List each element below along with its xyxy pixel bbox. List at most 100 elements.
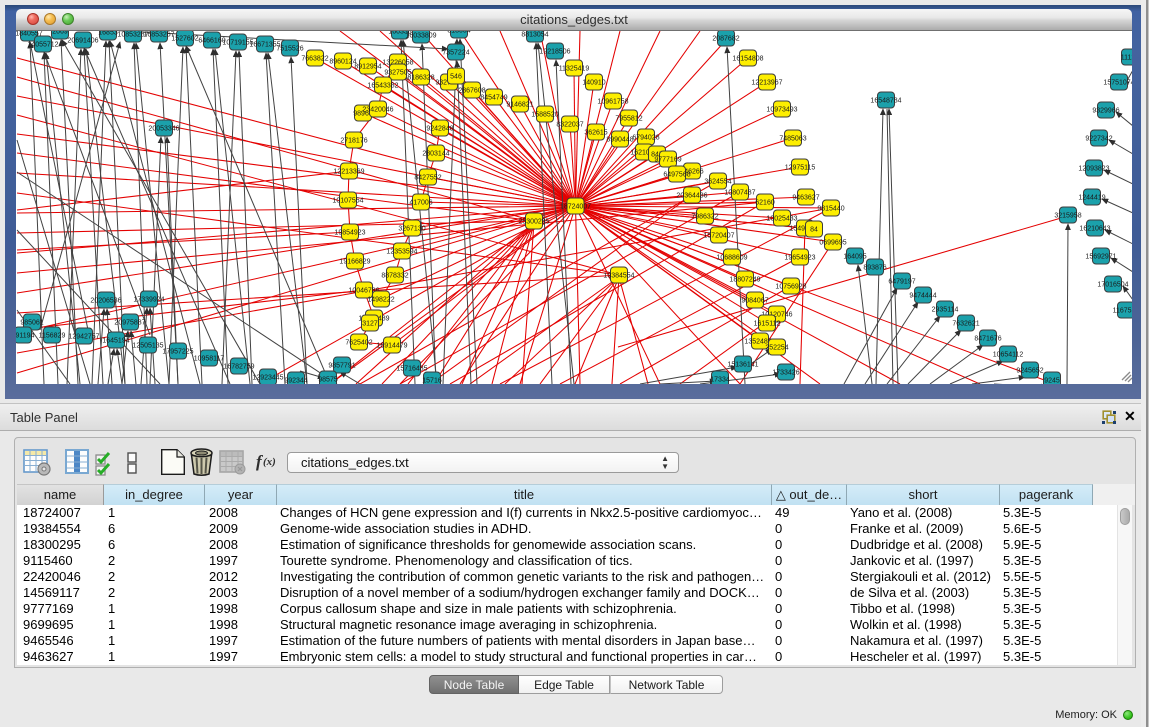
svg-text:9084067: 9084067 xyxy=(741,298,768,305)
svg-text:1244419: 1244419 xyxy=(1078,195,1105,202)
svg-text:9245: 9245 xyxy=(1044,378,1060,385)
svg-text:252254: 252254 xyxy=(765,345,788,352)
svg-text:18724007: 18724007 xyxy=(560,204,591,211)
svg-text:12353594: 12353594 xyxy=(386,249,417,256)
svg-text:992344: 992344 xyxy=(284,378,307,385)
svg-text:19854923: 19854923 xyxy=(334,230,365,237)
svg-text:9463627: 9463627 xyxy=(792,195,819,202)
svg-text:10807487: 10807487 xyxy=(724,190,755,197)
svg-text:12923445: 12923445 xyxy=(252,375,283,382)
svg-text:20691406: 20691406 xyxy=(67,38,98,45)
svg-text:0699695: 0699695 xyxy=(819,240,846,247)
svg-text:2087682: 2087682 xyxy=(712,36,739,43)
svg-text:1498222: 1498222 xyxy=(367,297,394,304)
svg-text:3267130: 3267130 xyxy=(398,226,425,233)
svg-text:10654112: 10654112 xyxy=(993,352,1024,359)
svg-text:8454749: 8454749 xyxy=(480,95,507,102)
svg-text:16782759: 16782759 xyxy=(223,364,254,371)
svg-text:8878332: 8878332 xyxy=(381,273,408,280)
svg-text:10756928: 10756928 xyxy=(775,284,806,291)
svg-text:20975887: 20975887 xyxy=(114,320,145,327)
svg-text:10958117: 10958117 xyxy=(194,356,225,363)
svg-text:10973493: 10973493 xyxy=(766,107,797,114)
svg-text:6497568: 6497568 xyxy=(663,172,690,179)
svg-text:2803144: 2803144 xyxy=(422,151,449,158)
svg-text:417006: 417006 xyxy=(409,200,432,207)
svg-text:10025433: 10025433 xyxy=(766,216,797,223)
svg-text:16033809: 16033809 xyxy=(405,33,436,40)
svg-text:15751074: 15751074 xyxy=(1103,80,1132,87)
svg-text:17339924: 17339924 xyxy=(133,297,164,304)
svg-text:9857791: 9857791 xyxy=(328,363,355,370)
svg-text:98575: 98575 xyxy=(318,377,338,384)
svg-text:20364436: 20364436 xyxy=(676,193,707,200)
svg-text:391194: 391194 xyxy=(16,333,35,340)
svg-text:8813054: 8813054 xyxy=(521,32,548,39)
svg-text:8471676: 8471676 xyxy=(974,336,1001,343)
svg-text:3624554: 3624554 xyxy=(704,179,731,186)
svg-text:16154808: 16154808 xyxy=(732,56,763,63)
svg-text:25300285: 25300285 xyxy=(518,219,549,226)
svg-text:8912954: 8912954 xyxy=(354,64,381,71)
svg-text:3127: 3127 xyxy=(362,321,378,328)
svg-text:10961758: 10961758 xyxy=(597,99,628,106)
svg-text:985061: 985061 xyxy=(20,320,43,327)
svg-text:16853: 16853 xyxy=(98,31,118,37)
svg-text:9245652: 9245652 xyxy=(1016,368,1043,375)
svg-text:7986322: 7986322 xyxy=(691,214,718,221)
svg-text:7625402: 7625402 xyxy=(345,340,372,347)
svg-text:9777169: 9777169 xyxy=(654,157,681,164)
svg-text:546: 546 xyxy=(450,74,462,81)
svg-text:14055712: 14055712 xyxy=(27,42,58,49)
svg-text:7663822: 7663822 xyxy=(301,56,328,63)
svg-text:16853267: 16853267 xyxy=(143,32,174,39)
svg-text:2718176: 2718176 xyxy=(340,138,367,145)
svg-text:20053346: 20053346 xyxy=(148,126,179,133)
svg-text:7485063: 7485063 xyxy=(779,136,806,143)
svg-text:62160: 62160 xyxy=(755,200,775,207)
svg-text:9815440: 9815440 xyxy=(817,206,844,213)
svg-text:12505135: 12505135 xyxy=(132,343,163,350)
svg-text:813054: 813054 xyxy=(447,31,470,35)
svg-text:10107554: 10107554 xyxy=(332,198,363,205)
svg-text:16548784: 16548784 xyxy=(870,98,901,105)
svg-text:11124: 11124 xyxy=(1121,55,1132,62)
svg-text:1527602: 1527602 xyxy=(171,36,198,43)
svg-text:362615: 362615 xyxy=(584,130,607,137)
svg-text:18807249: 18807249 xyxy=(729,277,760,284)
svg-text:10688609: 10688609 xyxy=(716,255,747,262)
svg-text:7357224: 7357224 xyxy=(442,50,469,57)
svg-text:8960124: 8960124 xyxy=(329,59,356,66)
svg-text:17334: 17334 xyxy=(710,377,730,384)
svg-text:1733426: 1733426 xyxy=(772,370,799,377)
svg-text:2867608: 2867608 xyxy=(458,88,485,95)
svg-text:15720407: 15720407 xyxy=(703,233,734,240)
svg-text:8186328: 8186328 xyxy=(407,75,434,82)
svg-text:(x): (x) xyxy=(263,456,276,468)
svg-text:9227342: 9227342 xyxy=(1085,136,1112,143)
svg-text:19166829: 19166829 xyxy=(339,259,370,266)
svg-text:9474444: 9474444 xyxy=(909,293,936,300)
svg-text:8322037: 8322037 xyxy=(556,122,583,129)
svg-text:9146821: 9146821 xyxy=(506,102,533,109)
svg-text:6794028: 6794028 xyxy=(632,135,659,142)
svg-text:15692971: 15692971 xyxy=(1085,254,1116,261)
svg-text:12942757: 12942757 xyxy=(68,334,99,341)
svg-text:20206536: 20206536 xyxy=(90,298,121,305)
svg-text:1167533: 1167533 xyxy=(1113,308,1132,315)
svg-text:9242848: 9242848 xyxy=(426,126,453,133)
svg-text:12975115: 12975115 xyxy=(785,165,816,172)
svg-text:16210643: 16210643 xyxy=(1079,226,1110,233)
svg-text:7515526: 7515526 xyxy=(276,46,303,53)
svg-text:1645194: 1645194 xyxy=(102,338,129,345)
svg-text:15136141: 15136141 xyxy=(727,362,758,369)
svg-text:2069: 2069 xyxy=(52,31,68,36)
svg-text:8990448: 8990448 xyxy=(606,137,633,144)
svg-text:19384554: 19384554 xyxy=(603,273,634,280)
svg-text:15716: 15716 xyxy=(422,378,442,385)
svg-text:3215958: 3215958 xyxy=(1054,213,1081,220)
svg-text:23420046: 23420046 xyxy=(362,107,393,114)
svg-text:15716485: 15716485 xyxy=(396,366,427,373)
svg-text:1615112: 1615112 xyxy=(754,321,781,328)
svg-text:893876: 893876 xyxy=(863,265,886,272)
